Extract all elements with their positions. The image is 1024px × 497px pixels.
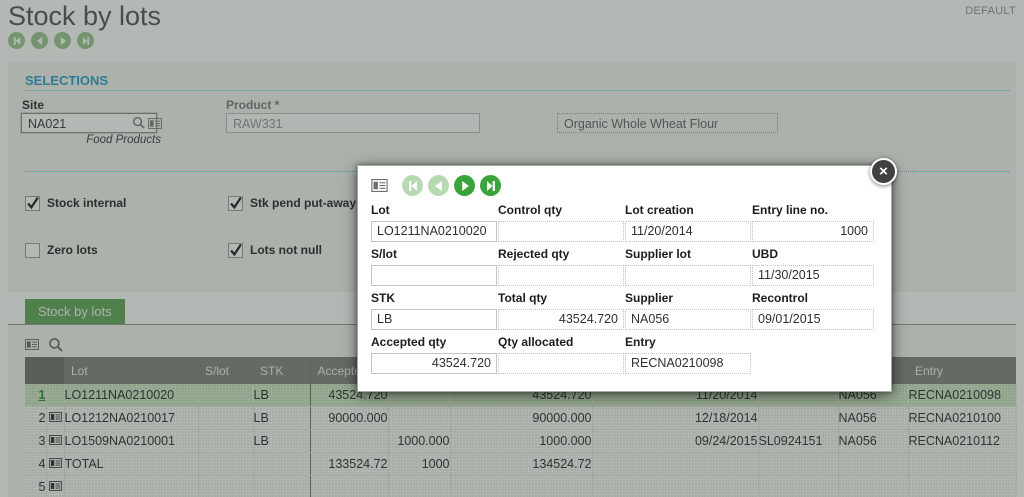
field-input[interactable]: 43524.720: [371, 353, 497, 374]
modal-toolbar: [371, 175, 501, 196]
field-label: Accepted qty: [371, 335, 447, 349]
field-s-lot: S/lot: [371, 247, 498, 286]
field-input[interactable]: 43524.720: [498, 309, 624, 330]
modal-record-navigation: [402, 175, 501, 196]
field-input[interactable]: [498, 221, 624, 242]
field-input[interactable]: [625, 265, 751, 286]
field-label: Control qty: [498, 203, 562, 217]
field-label: STK: [371, 291, 395, 305]
field-entry-line-no: Entry line no. 1000: [752, 203, 874, 242]
field-label: Entry line no.: [752, 203, 829, 217]
field-input[interactable]: 11/20/2014: [625, 221, 751, 242]
field-label: Total qty: [498, 291, 548, 305]
field-ubd: UBD 11/30/2015: [752, 247, 874, 286]
field-label: Lot: [371, 203, 390, 217]
first-record-button[interactable]: [402, 175, 423, 196]
field-total-qty: Total qty 43524.720: [498, 291, 625, 330]
field-input[interactable]: [498, 265, 624, 286]
field-qty-allocated: Qty allocated: [498, 335, 625, 374]
app-window: Stock by lots DEFAULT SELECTIONS Site NA…: [0, 0, 1024, 497]
next-record-button[interactable]: [454, 175, 475, 196]
field-label: UBD: [752, 247, 778, 261]
field-lot: Lot LO1211NA0210020: [371, 203, 498, 242]
field-control-qty: Control qty: [498, 203, 625, 242]
field-input[interactable]: [498, 353, 624, 374]
field-recontrol: Recontrol 09/01/2015: [752, 291, 874, 330]
field-accepted-qty: Accepted qty 43524.720: [371, 335, 498, 374]
detail-card-icon[interactable]: [371, 179, 388, 192]
field-supplier: Supplier NA056: [625, 291, 752, 330]
field-label: S/lot: [371, 247, 397, 261]
field-supplier-lot: Supplier lot: [625, 247, 752, 286]
field-label: Supplier: [625, 291, 674, 305]
field-label: Qty allocated: [498, 335, 574, 349]
previous-record-button[interactable]: [428, 175, 449, 196]
close-icon: ×: [879, 163, 888, 180]
field-input[interactable]: NA056: [625, 309, 751, 330]
field-input[interactable]: LO1211NA0210020: [371, 221, 497, 242]
field-rejected-qty: Rejected qty: [498, 247, 625, 286]
lot-detail-modal: × Lot LO1211NA0210020 Control qty Lot creat…: [357, 158, 897, 392]
field-label: Lot creation: [625, 203, 694, 217]
field-input[interactable]: [371, 265, 497, 286]
field-label: Entry: [625, 335, 656, 349]
field-stk: STK LB: [371, 291, 498, 330]
field-input[interactable]: 11/30/2015: [752, 265, 874, 286]
field-input[interactable]: 09/01/2015: [752, 309, 874, 330]
field-entry: Entry RECNA0210098: [625, 335, 752, 374]
field-label: Recontrol: [752, 291, 809, 305]
field-input[interactable]: 1000: [752, 221, 874, 242]
field-label: Rejected qty: [498, 247, 570, 261]
field-input[interactable]: LB: [371, 309, 497, 330]
modal-close-button[interactable]: ×: [870, 158, 897, 185]
last-record-button[interactable]: [480, 175, 501, 196]
lot-detail-fields: Lot LO1211NA0210020 Control qty Lot creatio…: [371, 203, 874, 374]
field-lot-creation: Lot creation 11/20/2014: [625, 203, 752, 242]
field-label: Supplier lot: [625, 247, 691, 261]
field-input[interactable]: RECNA0210098: [625, 353, 751, 374]
